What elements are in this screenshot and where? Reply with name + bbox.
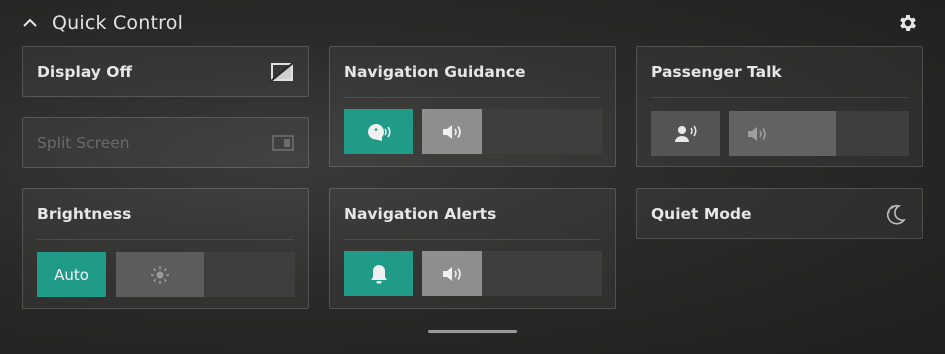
speaker-icon: [443, 266, 461, 281]
chevron-up-icon[interactable]: [22, 15, 38, 31]
navigation-alerts-card: Navigation Alerts: [329, 188, 616, 309]
navigation-guidance-label: Navigation Guidance: [344, 63, 526, 81]
quiet-mode-card[interactable]: Quiet Mode: [636, 188, 923, 239]
quick-control-header[interactable]: Quick Control: [22, 9, 183, 37]
brightness-slider-fill: [116, 252, 204, 297]
split-screen-label: Split Screen: [37, 134, 130, 152]
passenger-talk-icon: [674, 125, 696, 142]
gear-icon[interactable]: [897, 12, 919, 34]
voice-guidance-icon: [367, 123, 391, 141]
split-screen-icon: [272, 134, 294, 151]
home-indicator[interactable]: [428, 330, 517, 333]
brightness-label: Brightness: [37, 205, 132, 223]
voice-guidance-button[interactable]: [344, 109, 413, 154]
speaker-icon: [443, 124, 461, 139]
moon-stars-icon: [886, 204, 906, 224]
passenger-talk-button[interactable]: [651, 111, 720, 156]
card-divider: [651, 97, 908, 98]
display-off-icon: [270, 61, 294, 82]
split-screen-card[interactable]: Split Screen: [22, 117, 309, 168]
brightness-auto-button[interactable]: Auto: [37, 252, 106, 297]
sun-icon: [151, 265, 169, 284]
card-divider: [344, 97, 601, 98]
display-off-label: Display Off: [37, 63, 133, 81]
passenger-talk-label: Passenger Talk: [651, 63, 782, 81]
bell-icon: [370, 264, 387, 283]
card-divider: [37, 239, 294, 240]
navigation-guidance-card: Navigation Guidance: [329, 46, 616, 167]
passenger-talk-volume-slider[interactable]: [729, 111, 909, 156]
card-divider: [344, 239, 601, 240]
navigation-alerts-volume-fill: [422, 251, 482, 296]
navigation-guidance-volume-fill: [422, 109, 482, 154]
navigation-guidance-volume-slider[interactable]: [422, 109, 602, 154]
page-title: Quick Control: [52, 12, 184, 34]
passenger-talk-card: Passenger Talk: [636, 46, 923, 167]
navigation-alerts-volume-slider[interactable]: [422, 251, 602, 296]
navigation-alerts-button[interactable]: [344, 251, 413, 296]
brightness-slider[interactable]: [116, 252, 295, 297]
brightness-card: Brightness Auto: [22, 188, 309, 309]
navigation-alerts-label: Navigation Alerts: [344, 205, 497, 223]
quiet-mode-label: Quiet Mode: [651, 205, 752, 223]
speaker-icon: [748, 126, 766, 141]
display-off-card[interactable]: Display Off: [22, 46, 309, 97]
passenger-talk-volume-fill: [729, 111, 836, 156]
